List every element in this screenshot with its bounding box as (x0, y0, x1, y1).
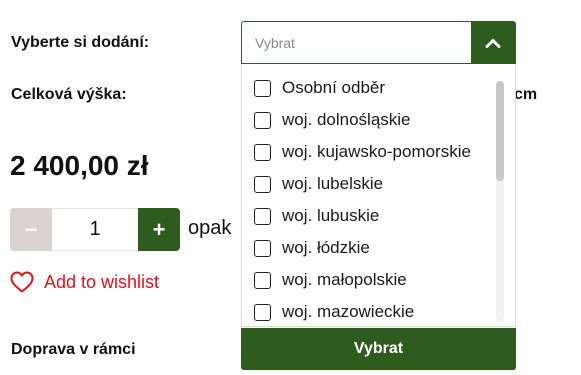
option-label: woj. lubuskie (282, 206, 380, 225)
options-scrollbar[interactable] (496, 81, 504, 322)
option-label: woj. mazowieckie (282, 302, 415, 321)
quantity-stepper: − 1 + (10, 208, 180, 251)
delivery-option[interactable]: woj. lubuskie (242, 200, 492, 232)
increase-quantity-button[interactable]: + (138, 208, 180, 251)
option-label: Osobní odběr (282, 78, 386, 97)
option-label: woj. łódzkie (282, 238, 370, 257)
delivery-option[interactable]: woj. lubelskie (242, 168, 492, 200)
quantity-input[interactable]: 1 (52, 208, 138, 251)
option-label: woj. kujawsko-pomorskie (282, 142, 471, 161)
option-checkbox[interactable] (254, 175, 271, 193)
delivery-option[interactable]: woj. łódzkie (242, 232, 492, 264)
delivery-option[interactable]: woj. mazowieckie (242, 296, 492, 326)
height-label: Celková výška: (11, 86, 127, 103)
quantity-unit: opak (188, 217, 232, 239)
confirm-selection-button[interactable]: Vybrat (241, 328, 516, 370)
scrollbar-thumb[interactable] (496, 81, 504, 181)
option-checkbox[interactable] (254, 271, 271, 289)
delivery-options-list[interactable]: Osobní odběr woj. dolnośląskie woj. kuja… (242, 72, 492, 326)
delivery-select-toggle[interactable] (471, 22, 515, 63)
delivery-label: Vyberte si dodání: (11, 34, 150, 51)
option-label: woj. małopolskie (282, 270, 407, 289)
delivery-select-placeholder: Vybrat (255, 34, 295, 51)
option-checkbox[interactable] (254, 207, 271, 225)
option-checkbox[interactable] (254, 239, 271, 257)
dropdown-divider (242, 326, 515, 327)
option-label: woj. dolnośląskie (282, 110, 411, 129)
delivery-select[interactable]: Vybrat (241, 21, 516, 64)
decrease-quantity-button[interactable]: − (10, 208, 52, 251)
delivery-option[interactable]: woj. małopolskie (242, 264, 492, 296)
option-checkbox[interactable] (254, 143, 271, 161)
heart-icon (10, 271, 34, 293)
delivery-option[interactable]: Osobní odběr (242, 72, 492, 104)
delivery-options-panel: Osobní odběr woj. dolnośląskie woj. kuja… (241, 64, 516, 370)
add-to-wishlist-link[interactable]: Add to wishlist (10, 271, 159, 293)
wishlist-label: Add to wishlist (44, 271, 160, 292)
delivery-option[interactable]: woj. kujawsko-pomorskie (242, 136, 492, 168)
chevron-up-icon (485, 38, 501, 48)
option-label: woj. lubelskie (282, 174, 384, 193)
option-checkbox[interactable] (254, 111, 271, 129)
option-checkbox[interactable] (254, 79, 271, 97)
product-price: 2 400,00 zł (10, 150, 149, 181)
shipping-label: Doprava v rámci (11, 341, 136, 358)
height-unit: cm (514, 86, 538, 103)
delivery-option[interactable]: woj. dolnośląskie (242, 104, 492, 136)
option-checkbox[interactable] (254, 303, 271, 321)
